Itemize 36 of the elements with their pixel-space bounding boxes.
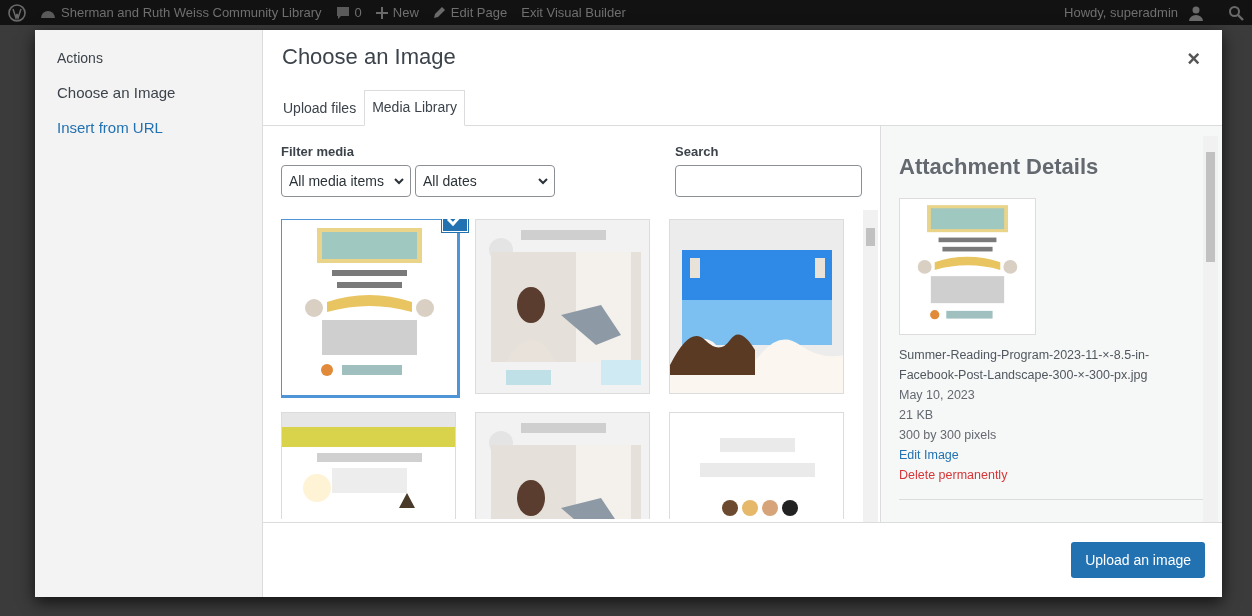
file-size: 21 KB — [899, 407, 935, 424]
menu-item[interactable]: Insert from URL — [57, 119, 240, 136]
avatar-icon[interactable] — [1188, 4, 1204, 21]
wordpress-logo-icon[interactable] — [8, 3, 26, 22]
caret-icon — [394, 177, 404, 185]
dropdown[interactable]: All dates — [415, 165, 555, 197]
upload-button[interactable]: Upload an image — [1071, 542, 1205, 578]
filter-label: Filter media — [281, 144, 355, 159]
exit-visual-builder-link[interactable]: Exit Visual Builder — [521, 5, 626, 20]
dropdown[interactable]: All media items — [281, 165, 411, 197]
search-icon[interactable] — [1228, 4, 1244, 21]
pencil-icon[interactable] — [432, 6, 446, 19]
plus-icon[interactable] — [375, 6, 388, 19]
menu-item[interactable]: Choose an Image — [57, 84, 240, 101]
tab[interactable]: Media Library — [364, 90, 465, 126]
comment-icon[interactable] — [335, 5, 350, 20]
delete-link[interactable]: Delete permanently — [899, 465, 1189, 485]
upload-date: May 10, 2023 — [899, 387, 976, 404]
close-button[interactable]: × — [1187, 46, 1200, 72]
site-name-link[interactable]: Sherman and Ruth Weiss Community Library — [61, 5, 322, 20]
image-dimensions: 300 by 300 pixels — [899, 427, 998, 444]
details-heading: Attachment Details — [899, 154, 1100, 180]
edit-page-link[interactable]: Edit Page — [450, 5, 508, 20]
edit-image-link[interactable]: Edit Image — [899, 445, 1189, 465]
tab[interactable]: Upload files — [275, 90, 365, 126]
sidebar-heading: Actions — [57, 50, 104, 66]
search-field[interactable] — [675, 165, 862, 197]
file-name: Summer-Reading-Program-2023-11-×-8.5-in-Facebook-Post-Landscape-300-×-300-px.jpg — [899, 347, 1151, 384]
modal-title: Choose an Image — [282, 44, 456, 70]
search-label: Search — [675, 144, 720, 159]
scrollbar[interactable] — [863, 210, 878, 522]
scrollbar[interactable] — [1203, 136, 1218, 522]
caret-icon — [538, 177, 548, 185]
new-link[interactable]: New — [392, 5, 419, 20]
greeting-link[interactable]: Howdy, superadmin — [1064, 5, 1178, 20]
comment-count[interactable]: 0 — [354, 5, 362, 20]
